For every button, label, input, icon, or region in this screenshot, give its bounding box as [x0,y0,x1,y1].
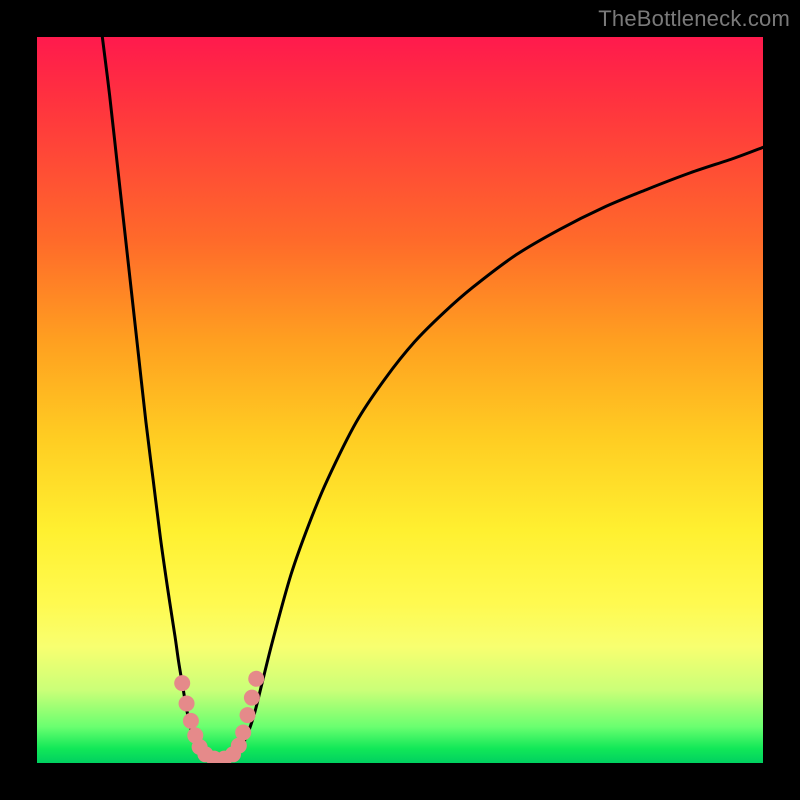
valley-marker [248,671,264,687]
chart-svg [37,37,763,763]
watermark-text: TheBottleneck.com [598,6,790,32]
valley-marker [244,690,260,706]
valley-markers [174,671,264,763]
chart-plot-area [37,37,763,763]
valley-marker [240,707,256,723]
valley-marker [235,725,251,741]
chart-frame: TheBottleneck.com [0,0,800,800]
valley-marker [174,675,190,691]
valley-marker [183,713,199,729]
valley-marker [179,695,195,711]
bottleneck-curve [102,37,763,760]
